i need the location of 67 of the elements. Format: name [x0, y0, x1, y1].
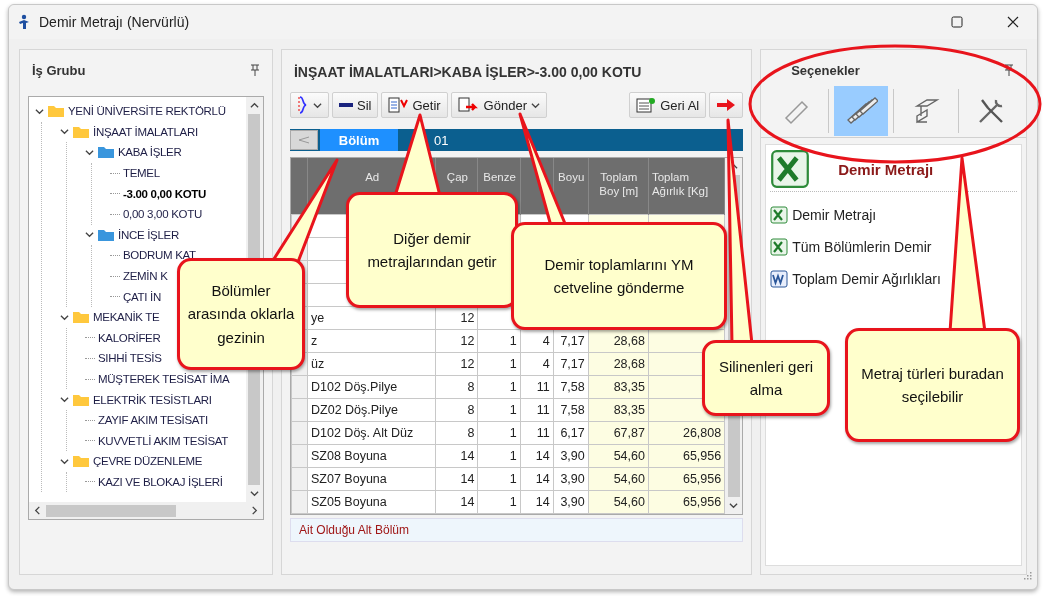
table-cell: 1	[509, 356, 517, 371]
table-cell: 83,35	[613, 379, 645, 394]
table-cell: 11	[536, 402, 550, 417]
table-cell: 3,90	[560, 471, 585, 486]
table-cell: D102 Döş.Pilye	[311, 379, 398, 394]
annotation-tooltip: Silinenleri geri alma	[702, 340, 830, 416]
table-cell: 1	[509, 425, 517, 440]
column-header: Toplam Boy [m]	[588, 158, 649, 214]
table-cell: 14	[460, 448, 475, 463]
table-cell: 8	[467, 379, 475, 394]
table-cell: SZ07 Boyuna	[311, 471, 387, 486]
table-cell: SZ05 Boyuna	[311, 494, 387, 509]
table-cell: 65,956	[682, 471, 722, 486]
status-label: Ait Olduğu Alt Bölüm	[290, 518, 744, 542]
table-cell: 54,60	[613, 471, 645, 486]
table-cell: 54,60	[613, 448, 645, 463]
table-cell: 8	[467, 402, 475, 417]
table-cell: 1	[509, 471, 517, 486]
table-cell: 83,35	[613, 402, 645, 417]
report-title: Demir Metrajı	[838, 160, 934, 178]
table-cell: 4	[542, 356, 550, 371]
table-cell: 65,956	[682, 494, 722, 509]
table-cell: 11	[536, 379, 550, 394]
table-cell: 28,68	[613, 333, 645, 348]
table-cell: 12	[460, 310, 475, 325]
annotation-tooltip: Diğer demir metrajlarından getir	[346, 192, 518, 308]
column-header: Toplam Ağırlık [Kg]	[648, 158, 725, 214]
table-cell: 54,60	[613, 494, 645, 509]
table-cell: 1	[509, 494, 517, 509]
table-cell: 26,808	[682, 425, 722, 440]
table-cell: 14	[460, 494, 475, 509]
table-cell: D102 Döş. Alt Düz	[311, 425, 414, 440]
table-cell: 65,956	[682, 448, 722, 463]
table-cell: 7,17	[560, 356, 585, 371]
table-cell: ye	[311, 310, 325, 325]
table-cell: 7,58	[560, 379, 585, 394]
table-cell: z	[311, 333, 318, 348]
table-cell: 8	[467, 425, 475, 440]
table-cell: 12	[460, 333, 475, 348]
window-title: Demir Metrajı (Nervürlü)	[39, 14, 191, 30]
table-cell: 7,17	[560, 333, 585, 348]
breadcrumb-title: İNŞAAT İMALATLARI>KABA İŞLER>-3.00 0,00 KOTU	[294, 64, 643, 80]
annotation-tooltip: Metraj türleri buradan seçilebilir	[845, 328, 1020, 442]
table-cell: üz	[311, 356, 325, 371]
table-cell: 1	[509, 333, 517, 348]
table-cell: 14	[535, 471, 550, 486]
table-cell: 14	[535, 494, 550, 509]
panel-title: İş Grubu	[32, 62, 86, 78]
table-cell: 14	[535, 448, 550, 463]
table-cell: 7,58	[560, 402, 585, 417]
table-cell: 14	[460, 471, 475, 486]
table-cell: 3,90	[560, 448, 585, 463]
column-header: Boyu	[553, 158, 589, 214]
table-cell: SZ08 Boyuna	[311, 448, 387, 463]
table-cell: 1	[509, 402, 517, 417]
table-cell: 28,68	[613, 356, 645, 371]
table-cell: 67,87	[613, 425, 645, 440]
table-cell: 6,17	[560, 425, 585, 440]
table-cell: 1	[509, 448, 517, 463]
table-cell: 3,90	[560, 494, 585, 509]
table-cell: 12	[460, 356, 475, 371]
table-cell: 1	[509, 379, 517, 394]
panel-title: Seçenekler	[791, 62, 860, 78]
annotation-tooltip: Bölümler arasında oklarla gezinin	[177, 258, 305, 370]
table-cell: 11	[536, 425, 550, 440]
table-cell: 4	[542, 333, 550, 348]
table-cell: DZ02 Döş.Pilye	[311, 402, 398, 417]
